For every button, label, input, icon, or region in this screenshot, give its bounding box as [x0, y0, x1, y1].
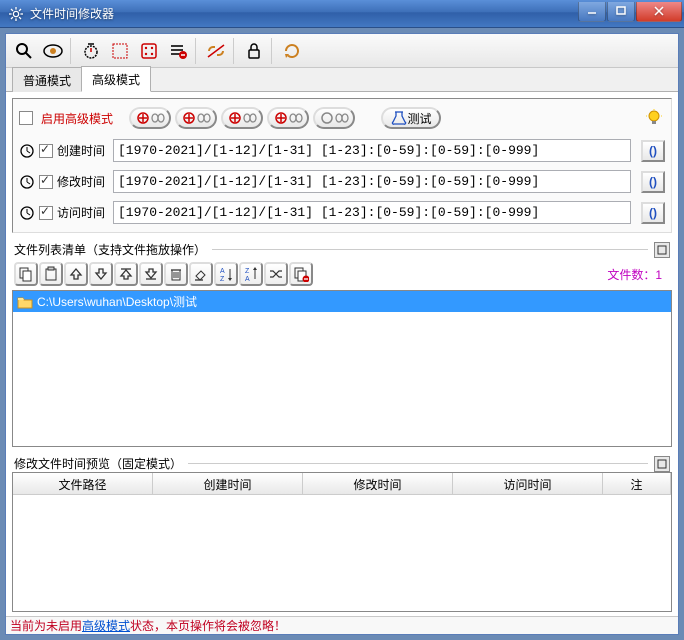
list-remove-icon[interactable] — [164, 37, 192, 65]
paste-icon[interactable] — [39, 262, 63, 286]
shuffle-icon[interactable] — [264, 262, 288, 286]
timer-icon[interactable] — [77, 37, 105, 65]
maximize-button[interactable] — [607, 2, 635, 22]
col-mtime[interactable]: 修改时间 — [303, 473, 453, 494]
mtime-input[interactable] — [113, 170, 631, 193]
preview-title: 修改文件时间预览（固定模式） — [14, 455, 182, 472]
move-bottom-icon[interactable] — [139, 262, 163, 286]
search-icon[interactable] — [10, 37, 38, 65]
atime-input[interactable] — [113, 201, 631, 224]
file-list-title: 文件列表清单（支持文件拖放操作） — [14, 241, 206, 258]
collapse-preview-button[interactable] — [654, 456, 670, 472]
mtime-reset-button[interactable]: () — [641, 171, 665, 193]
minimize-button[interactable] — [578, 2, 606, 22]
app-icon — [8, 6, 24, 22]
hint-icon[interactable] — [643, 107, 665, 129]
clock-icon — [19, 174, 35, 190]
eye-icon[interactable] — [39, 37, 67, 65]
file-list-group: 文件列表清单（支持文件拖放操作） AZ ZA 文件数：1 — [12, 241, 672, 447]
tab-normal[interactable]: 普通模式 — [12, 67, 82, 92]
move-down-icon[interactable] — [89, 262, 113, 286]
move-up-icon[interactable] — [64, 262, 88, 286]
clear-icon[interactable] — [189, 262, 213, 286]
file-list[interactable]: C:\Users\wuhan\Desktop\测试 — [12, 290, 672, 447]
sort-az-icon[interactable]: AZ — [214, 262, 238, 286]
folder-icon — [17, 295, 33, 309]
sort-za-icon[interactable]: ZA — [239, 262, 263, 286]
advanced-panel: 启用高级模式 测试 创建时间 () — [12, 98, 672, 233]
move-top-icon[interactable] — [114, 262, 138, 286]
close-button[interactable] — [636, 2, 682, 22]
preset-1-button[interactable] — [129, 107, 171, 129]
preview-group: 修改文件时间预览（固定模式） 文件路径 创建时间 修改时间 访问时间 注 — [12, 455, 672, 612]
copy-icon[interactable] — [14, 262, 38, 286]
titlebar: 文件时间修改器 — [0, 0, 684, 28]
mtime-checkbox[interactable] — [39, 175, 53, 189]
atime-reset-button[interactable]: () — [641, 202, 665, 224]
col-path[interactable]: 文件路径 — [13, 473, 153, 494]
collapse-filelist-button[interactable] — [654, 242, 670, 258]
duplicate-block-icon[interactable] — [289, 262, 313, 286]
svg-text:Z: Z — [245, 268, 250, 275]
unlink-icon[interactable] — [202, 37, 230, 65]
list-item[interactable]: C:\Users\wuhan\Desktop\测试 — [13, 291, 671, 312]
random-icon[interactable] — [135, 37, 163, 65]
preset-2-button[interactable] — [175, 107, 217, 129]
atime-checkbox[interactable] — [39, 206, 53, 220]
svg-text:A: A — [220, 268, 225, 275]
clock-icon — [19, 205, 35, 221]
enable-advanced-checkbox[interactable] — [19, 111, 33, 125]
ctime-input[interactable] — [113, 139, 631, 162]
preset-5-button[interactable] — [313, 107, 355, 129]
file-count: 文件数：1 — [607, 266, 670, 283]
preset-4-button[interactable] — [267, 107, 309, 129]
clock-icon — [19, 143, 35, 159]
enable-advanced-label: 启用高级模式 — [41, 110, 113, 127]
test-button[interactable]: 测试 — [381, 107, 441, 129]
atime-label: 访问时间 — [57, 204, 109, 221]
svg-text:A: A — [245, 276, 250, 282]
col-note[interactable]: 注 — [603, 473, 671, 494]
ctime-label: 创建时间 — [57, 142, 109, 159]
delete-icon[interactable] — [164, 262, 188, 286]
preset-3-button[interactable] — [221, 107, 263, 129]
preview-table[interactable]: 文件路径 创建时间 修改时间 访问时间 注 — [12, 472, 672, 612]
mtime-label: 修改时间 — [57, 173, 109, 190]
lock-icon[interactable] — [240, 37, 268, 65]
tab-advanced[interactable]: 高级模式 — [81, 66, 151, 92]
ctime-checkbox[interactable] — [39, 144, 53, 158]
select-icon[interactable] — [106, 37, 134, 65]
col-ctime[interactable]: 创建时间 — [153, 473, 303, 494]
list-item-path: C:\Users\wuhan\Desktop\测试 — [37, 293, 197, 310]
status-bar: 当前为未启用高级模式状态，本页操作将会被忽略！ — [6, 616, 678, 634]
test-button-label: 测试 — [408, 110, 432, 127]
ctime-reset-button[interactable]: () — [641, 140, 665, 162]
main-toolbar — [6, 34, 678, 68]
tab-strip: 普通模式 高级模式 — [6, 68, 678, 92]
svg-text:Z: Z — [220, 276, 225, 282]
status-link[interactable]: 高级模式 — [82, 617, 130, 634]
refresh-icon[interactable] — [278, 37, 306, 65]
col-atime[interactable]: 访问时间 — [453, 473, 603, 494]
window-title: 文件时间修改器 — [30, 5, 577, 22]
